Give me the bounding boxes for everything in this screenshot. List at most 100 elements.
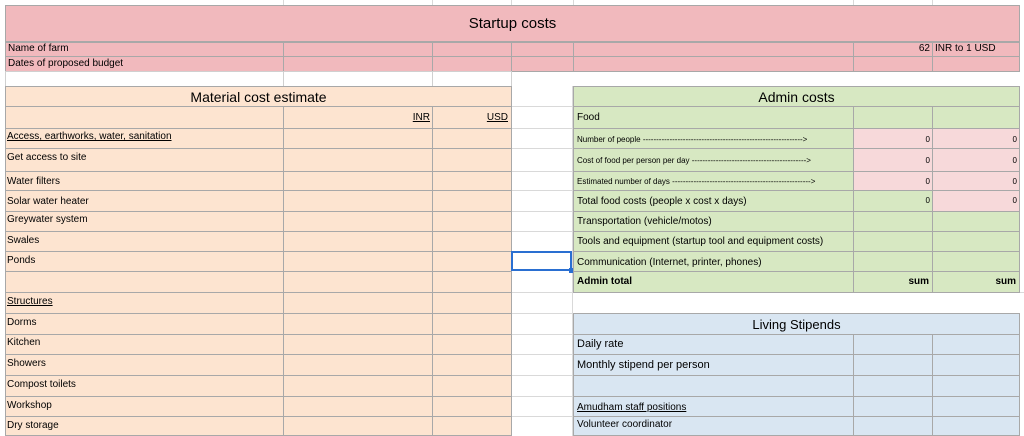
admin-value-cell[interactable] <box>932 211 1020 232</box>
material-item-cell[interactable] <box>5 251 284 272</box>
dates-label: Dates of proposed budget <box>8 58 124 69</box>
material-inr-cell[interactable] <box>283 251 433 272</box>
admin-value: 0 <box>925 156 930 165</box>
admin-total-label: Admin total <box>577 276 632 287</box>
admin-value-cell[interactable] <box>932 106 1020 129</box>
material-inr-cell[interactable] <box>283 211 433 232</box>
admin-value: 0 <box>1012 177 1017 186</box>
material-inr-cell[interactable] <box>283 148 433 172</box>
admin-value-cell[interactable] <box>932 231 1020 252</box>
admin-value-cell[interactable] <box>853 231 933 252</box>
material-item-cell[interactable] <box>5 334 284 355</box>
admin-num-people: Number of people -----------------------… <box>577 136 808 144</box>
stipends-value-cell[interactable] <box>853 416 933 436</box>
material-usd-cell[interactable] <box>432 211 512 232</box>
stipends-value-cell[interactable] <box>853 354 933 376</box>
name-of-farm-cell[interactable] <box>283 42 433 57</box>
admin-title: Admin costs <box>758 89 835 105</box>
stipends-value-cell[interactable] <box>853 375 933 397</box>
name-of-farm-cell[interactable] <box>511 42 574 57</box>
material-usd-cell[interactable] <box>432 396 512 417</box>
material-item: Dry storage <box>7 420 59 431</box>
dates-cell[interactable] <box>932 56 1020 72</box>
stipends-value-cell[interactable] <box>853 396 933 417</box>
sheet-title: Startup costs <box>468 15 557 32</box>
material-item: Greywater system <box>7 214 88 225</box>
material-usd-cell[interactable] <box>432 375 512 397</box>
material-inr-cell[interactable] <box>283 354 433 376</box>
material-colhead-cell[interactable] <box>5 106 284 129</box>
material-item: Showers <box>7 358 46 369</box>
dates-cell[interactable] <box>511 56 574 72</box>
dates-cell[interactable] <box>853 56 933 72</box>
material-inr-cell[interactable] <box>283 334 433 355</box>
material-usd-cell[interactable] <box>432 416 512 436</box>
material-usd-cell[interactable] <box>432 231 512 252</box>
material-item: Dorms <box>7 317 37 328</box>
material-inr-cell[interactable] <box>283 128 433 149</box>
material-inr-cell[interactable] <box>283 190 433 212</box>
material-item-cell[interactable] <box>5 354 284 376</box>
material-item: Kitchen <box>7 337 41 348</box>
material-inr-cell[interactable] <box>283 313 433 335</box>
material-inr-cell[interactable] <box>283 375 433 397</box>
material-usd-cell[interactable] <box>432 292 512 314</box>
blank-cell[interactable] <box>432 71 512 87</box>
name-of-farm-label: Name of farm <box>8 43 69 54</box>
material-usd-header: USD <box>486 112 508 123</box>
material-usd-cell[interactable] <box>432 171 512 191</box>
material-usd-cell[interactable] <box>432 334 512 355</box>
material-inr-cell[interactable] <box>283 171 433 191</box>
material-item-cell[interactable] <box>5 231 284 252</box>
admin-tools: Tools and equipment (startup tool and eq… <box>577 236 824 247</box>
material-usd-cell[interactable] <box>432 354 512 376</box>
dates-cell[interactable] <box>573 56 854 72</box>
admin-value: 0 <box>1012 196 1017 205</box>
admin-food-label: Food <box>577 112 600 123</box>
material-item-cell[interactable] <box>5 271 284 293</box>
material-item: Solar water heater <box>7 196 89 207</box>
material-section-access: Access, earthworks, water, sanitation <box>7 131 172 142</box>
admin-value-cell[interactable] <box>853 211 933 232</box>
material-inr-cell[interactable] <box>283 292 433 314</box>
stipends-value-cell[interactable] <box>932 396 1020 417</box>
material-inr-cell[interactable] <box>283 396 433 417</box>
stipends-value-cell[interactable] <box>853 334 933 355</box>
stipends-value-cell[interactable] <box>932 375 1020 397</box>
admin-value-cell[interactable] <box>853 106 933 129</box>
stipends-label-cell[interactable] <box>573 375 854 397</box>
dates-cell[interactable] <box>283 56 433 72</box>
admin-label-cell[interactable] <box>573 106 854 129</box>
name-of-farm-cell[interactable] <box>432 42 512 57</box>
material-inr-cell[interactable] <box>283 271 433 293</box>
material-section-structures: Structures <box>7 296 53 307</box>
exchange-rate-value: 62 <box>918 43 930 54</box>
material-usd-cell[interactable] <box>432 148 512 172</box>
stipends-value-cell[interactable] <box>932 334 1020 355</box>
material-usd-cell[interactable] <box>432 313 512 335</box>
admin-transportation: Transportation (vehicle/motos) <box>577 216 712 227</box>
material-usd-cell[interactable] <box>432 251 512 272</box>
material-inr-cell[interactable] <box>283 231 433 252</box>
stipends-value-cell[interactable] <box>932 354 1020 376</box>
material-inr-header: INR <box>412 112 430 123</box>
admin-value: 0 <box>925 177 930 186</box>
blank-cell[interactable] <box>5 71 284 87</box>
material-inr-cell[interactable] <box>283 416 433 436</box>
admin-value-cell[interactable] <box>932 251 1020 272</box>
blank-cell[interactable] <box>283 71 433 87</box>
dates-cell[interactable] <box>432 56 512 72</box>
stipends-value-cell[interactable] <box>932 416 1020 436</box>
admin-communication: Communication (Internet, printer, phones… <box>577 257 762 268</box>
material-item-cell[interactable] <box>5 313 284 335</box>
admin-value: 0 <box>925 196 930 205</box>
material-usd-cell[interactable] <box>432 128 512 149</box>
stipends-staff-positions: Amudham staff positions <box>577 402 687 413</box>
admin-cost-food: Cost of food per person per day --------… <box>577 157 811 165</box>
admin-value: 0 <box>1012 156 1017 165</box>
material-usd-cell[interactable] <box>432 271 512 293</box>
name-of-farm-cell[interactable] <box>573 42 854 57</box>
selected-cell[interactable] <box>511 251 572 271</box>
admin-value-cell[interactable] <box>853 251 933 272</box>
material-usd-cell[interactable] <box>432 190 512 212</box>
